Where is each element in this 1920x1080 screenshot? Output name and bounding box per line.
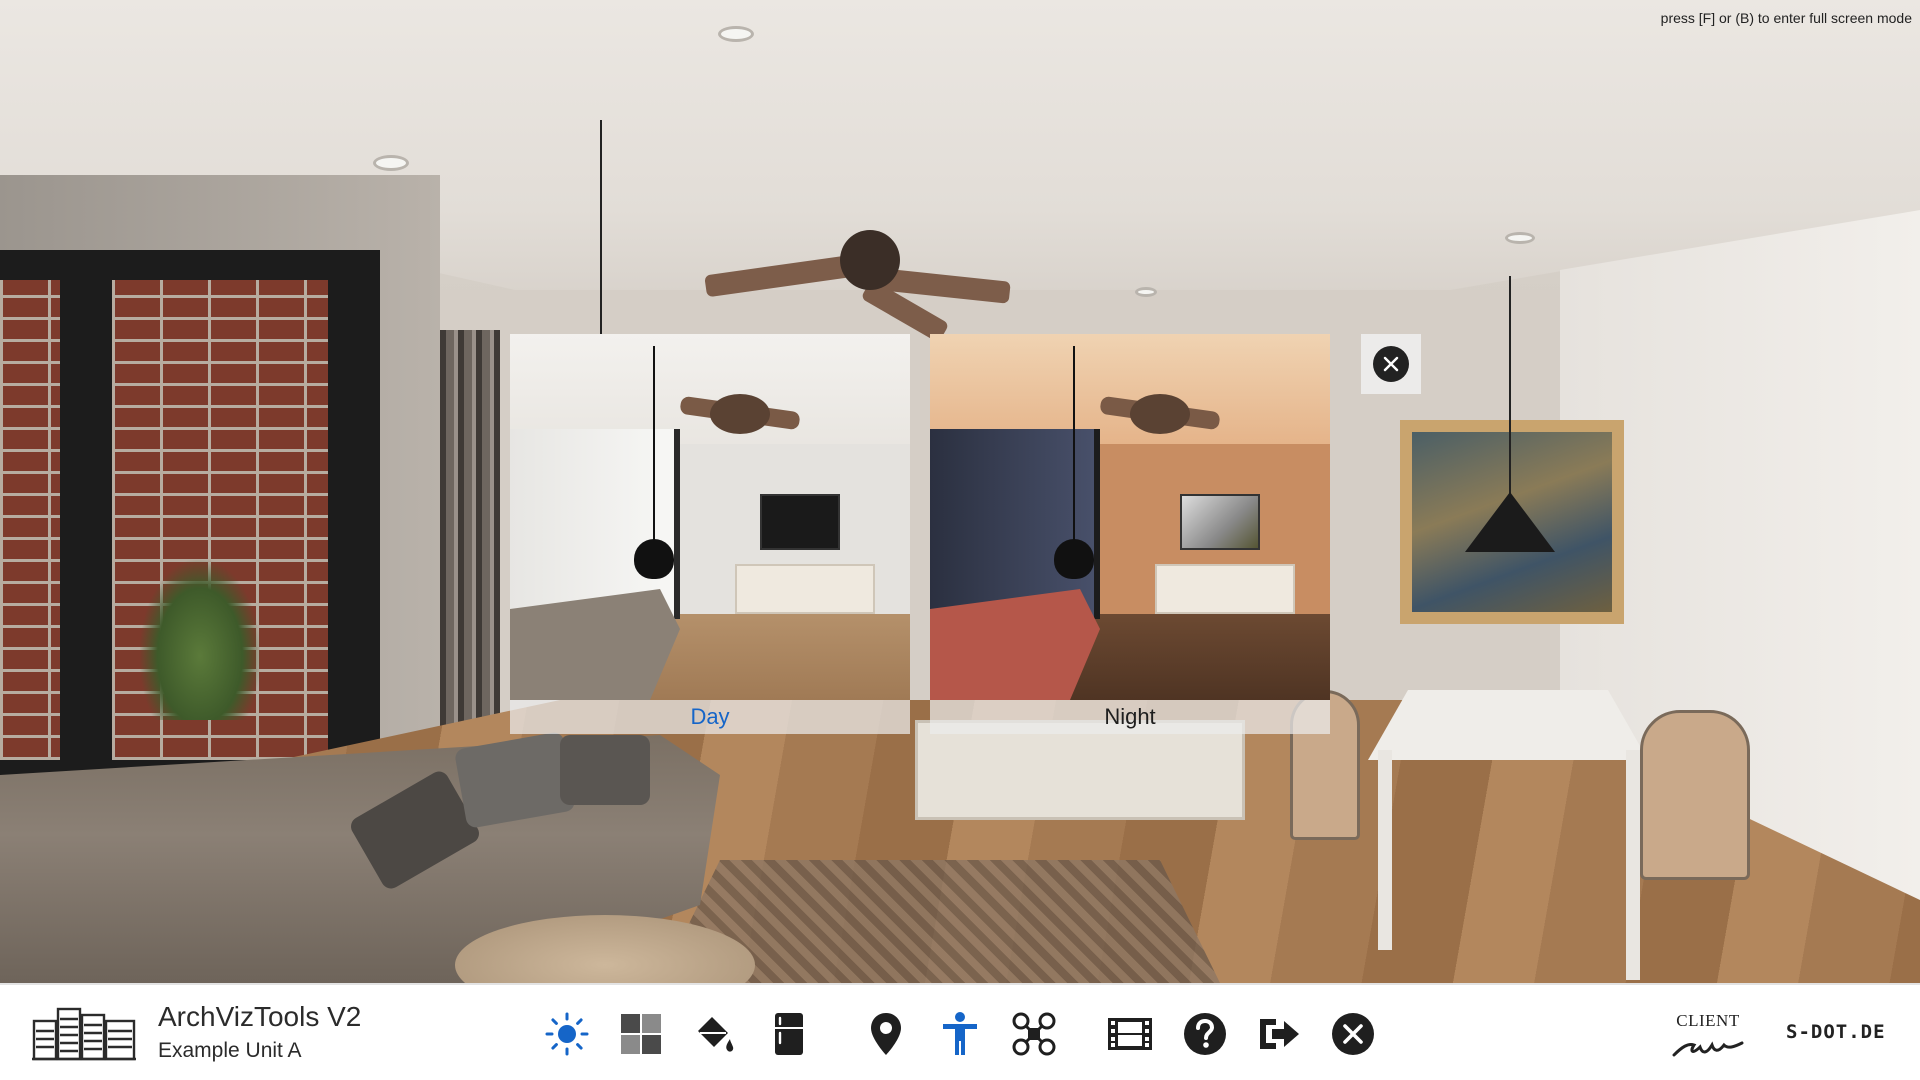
close-app-button[interactable]: [1328, 1009, 1378, 1059]
pendant-cord: [600, 120, 602, 340]
dining-chair: [1640, 710, 1750, 880]
cinematics-button[interactable]: [1105, 1009, 1155, 1059]
person-icon: [943, 1012, 977, 1055]
pillow: [560, 735, 650, 805]
signature-icon: [1672, 1041, 1744, 1057]
client-logo: CLIENT: [1670, 1011, 1746, 1061]
help-icon: [1184, 1013, 1226, 1055]
bottom-toolbar: ArchVizTools V2 Example Unit A CLIENT S-…: [0, 983, 1920, 1080]
fullscreen-hint: press [F] or (B) to enter full screen mo…: [1660, 10, 1912, 26]
day-preview-thumbnail: [510, 334, 910, 700]
materials-button[interactable]: [616, 1009, 666, 1059]
film-icon: [1108, 1018, 1152, 1050]
daylight-button[interactable]: [542, 1009, 592, 1059]
ceiling-spotlight: [1135, 287, 1157, 297]
exit-button[interactable]: [1254, 1009, 1304, 1059]
plant: [140, 560, 260, 720]
close-selector-button[interactable]: [1361, 334, 1421, 394]
table-leg: [1378, 750, 1392, 950]
exit-icon: [1260, 1019, 1299, 1049]
sideboard: [915, 720, 1245, 820]
locations-button[interactable]: [861, 1009, 911, 1059]
fridge-icon: [775, 1013, 803, 1055]
close-circle-icon: [1332, 1013, 1374, 1055]
night-preview-thumbnail: [930, 334, 1330, 700]
ceiling-spotlight: [718, 26, 754, 42]
client-logo-text: CLIENT: [1676, 1011, 1740, 1030]
paint-bucket-icon: [698, 1017, 734, 1052]
partner-logo: S-DOT.DE: [1786, 1021, 1886, 1043]
app-title: ArchVizTools V2: [158, 1001, 362, 1032]
sun-icon: [545, 1012, 589, 1056]
project-name: Example Unit A: [158, 1039, 302, 1062]
dining-table: [1368, 690, 1648, 760]
pendant-cord: [1509, 276, 1511, 496]
drone-icon: [1012, 1012, 1056, 1056]
curtain: [440, 330, 500, 750]
drone-mode-button[interactable]: [1009, 1009, 1059, 1059]
ceiling-fan: [840, 230, 900, 290]
material-swatch-icon: [621, 1014, 661, 1054]
night-label: Night: [930, 700, 1330, 734]
brick-wall: [0, 280, 60, 760]
map-pin-icon: [871, 1013, 901, 1055]
ceiling-spotlight: [1505, 232, 1535, 244]
ceiling-spotlight: [373, 155, 409, 171]
help-button[interactable]: [1180, 1009, 1230, 1059]
lighting-option-day[interactable]: Day: [510, 334, 910, 734]
close-icon: [1373, 346, 1409, 382]
lighting-option-night[interactable]: Night: [930, 334, 1330, 734]
furniture-button[interactable]: [764, 1009, 814, 1059]
table-leg: [1626, 750, 1640, 980]
day-label: Day: [510, 700, 910, 734]
walk-mode-button[interactable]: [935, 1009, 985, 1059]
paint-button[interactable]: [690, 1009, 740, 1059]
buildings-icon: [32, 1007, 136, 1061]
